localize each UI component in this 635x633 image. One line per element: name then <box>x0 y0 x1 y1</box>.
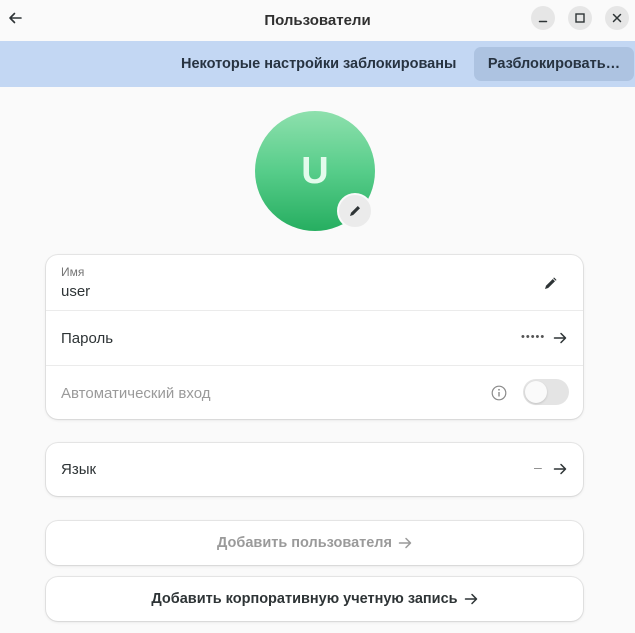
name-row: Имя user <box>46 255 583 310</box>
maximize-button[interactable] <box>568 6 592 30</box>
password-label: Пароль <box>61 330 114 347</box>
switch-knob <box>525 381 547 403</box>
password-row[interactable]: Пароль ••••• <box>46 310 583 366</box>
close-button[interactable] <box>605 6 629 30</box>
language-label: Язык <box>61 461 97 478</box>
arrow-right-icon <box>398 537 412 549</box>
autologin-row: Автоматический вход <box>46 365 583 419</box>
avatar-edit-button[interactable] <box>337 193 373 229</box>
locked-settings-banner: Некоторые настройки заблокированы Разбло… <box>0 41 635 87</box>
arrow-right-icon <box>553 332 567 344</box>
language-value: – <box>534 459 542 475</box>
autologin-switch[interactable] <box>523 379 569 405</box>
language-row[interactable]: Язык – <box>46 443 583 496</box>
window-title: Пользователи <box>264 12 371 29</box>
pencil-icon <box>350 206 360 216</box>
password-mask: ••••• <box>521 331 546 343</box>
add-user-label: Добавить пользователя <box>217 535 392 551</box>
edit-name-button[interactable] <box>538 272 562 296</box>
add-enterprise-label: Добавить корпоративную учетную запись <box>151 591 458 607</box>
minimize-button[interactable] <box>531 6 555 30</box>
maximize-icon <box>575 13 585 23</box>
name-label: Имя <box>61 265 85 279</box>
name-value: user <box>61 283 91 300</box>
language-card: Язык – <box>46 443 583 496</box>
arrow-right-icon <box>464 593 477 605</box>
banner-text: Некоторые настройки заблокированы <box>181 56 457 72</box>
avatar-initial: U <box>301 149 329 192</box>
add-enterprise-account-button[interactable]: Добавить корпоративную учетную запись <box>46 577 583 621</box>
back-arrow-icon <box>9 12 22 24</box>
minimize-icon <box>538 20 548 23</box>
header-bar: Пользователи <box>0 0 635 41</box>
autologin-label: Автоматический вход <box>61 385 211 402</box>
arrow-right-icon <box>553 463 567 475</box>
info-icon <box>491 385 507 401</box>
pencil-icon <box>545 277 557 289</box>
close-icon <box>612 13 622 23</box>
unlock-button[interactable]: Разблокировать… <box>474 47 634 81</box>
account-details-card: Имя user Пароль ••••• Автоматический вхо… <box>46 255 583 419</box>
back-button[interactable] <box>4 7 26 29</box>
add-user-button[interactable]: Добавить пользователя <box>46 521 583 565</box>
